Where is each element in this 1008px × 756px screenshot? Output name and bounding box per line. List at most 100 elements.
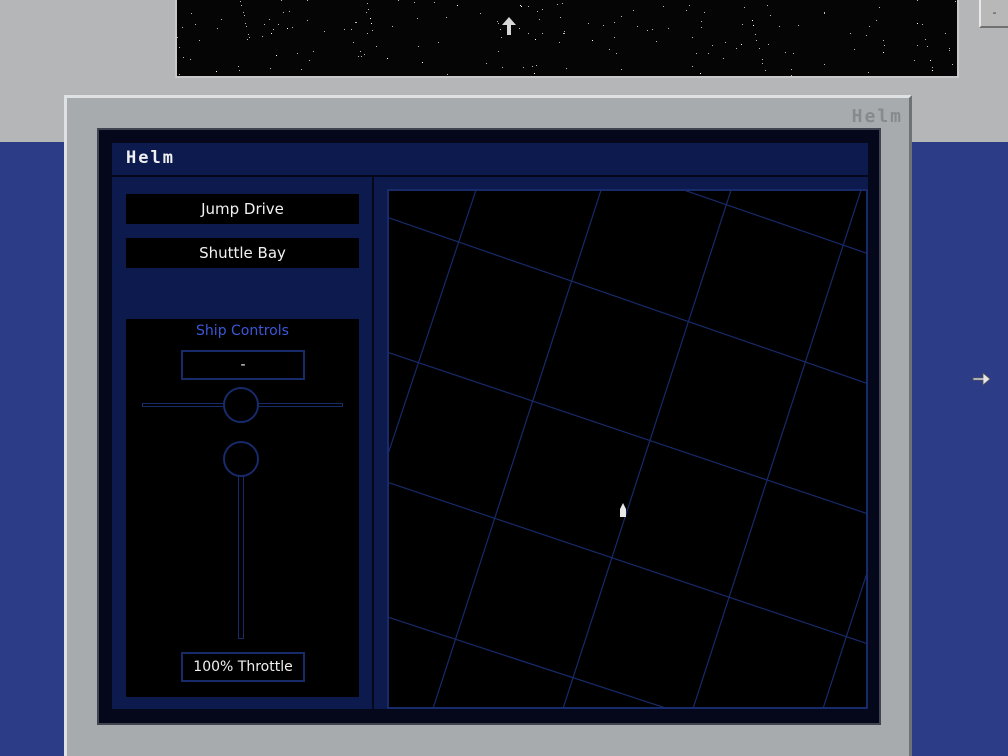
star bbox=[637, 26, 638, 27]
star bbox=[768, 44, 769, 45]
star bbox=[633, 10, 634, 11]
star bbox=[370, 18, 371, 19]
star bbox=[414, 2, 415, 3]
star bbox=[367, 33, 368, 34]
star bbox=[355, 22, 356, 23]
star bbox=[701, 21, 702, 22]
minimize-button[interactable]: - bbox=[979, 0, 1008, 28]
star bbox=[262, 36, 263, 37]
star bbox=[876, 20, 877, 21]
star bbox=[360, 51, 361, 52]
star bbox=[798, 25, 799, 26]
throttle-slider-knob[interactable] bbox=[223, 441, 259, 477]
star bbox=[562, 3, 563, 4]
star bbox=[438, 42, 439, 43]
star bbox=[179, 47, 180, 48]
star bbox=[418, 46, 419, 47]
star bbox=[927, 46, 928, 47]
star bbox=[922, 24, 923, 25]
star bbox=[283, 12, 284, 13]
star bbox=[725, 42, 726, 43]
star bbox=[559, 42, 560, 43]
star bbox=[767, 5, 768, 6]
star bbox=[742, 24, 743, 25]
star bbox=[190, 59, 191, 60]
star bbox=[422, 62, 423, 63]
star bbox=[243, 12, 244, 13]
star bbox=[501, 37, 502, 38]
star bbox=[486, 63, 487, 64]
star bbox=[353, 42, 354, 43]
star bbox=[592, 40, 593, 41]
star bbox=[183, 57, 184, 58]
star bbox=[736, 48, 737, 49]
jump-drive-button[interactable]: Jump Drive bbox=[126, 194, 359, 224]
star bbox=[179, 74, 180, 75]
star bbox=[217, 28, 218, 29]
star bbox=[247, 39, 248, 40]
up-arrow-icon[interactable] bbox=[499, 15, 519, 37]
star bbox=[850, 33, 851, 34]
star bbox=[367, 3, 368, 4]
throttle-readout: 100% Throttle bbox=[181, 652, 305, 682]
star bbox=[199, 40, 200, 41]
rudder-slider-knob[interactable] bbox=[223, 387, 259, 423]
star bbox=[498, 51, 499, 52]
star bbox=[917, 0, 918, 1]
star bbox=[356, 22, 357, 23]
star bbox=[793, 53, 794, 54]
star bbox=[216, 71, 217, 72]
star bbox=[824, 13, 825, 14]
star bbox=[652, 29, 653, 30]
star bbox=[248, 34, 249, 35]
navigation-map[interactable] bbox=[387, 189, 868, 709]
throttle-slider-track[interactable] bbox=[238, 461, 244, 639]
star bbox=[930, 60, 931, 61]
starfield-view[interactable] bbox=[175, 0, 959, 78]
star bbox=[560, 17, 561, 18]
star bbox=[755, 34, 756, 35]
star bbox=[270, 68, 271, 69]
star bbox=[883, 52, 884, 53]
star bbox=[392, 26, 393, 27]
star bbox=[535, 39, 536, 40]
star bbox=[925, 39, 926, 40]
star bbox=[269, 19, 270, 20]
star bbox=[723, 58, 724, 59]
shuttle-bay-button[interactable]: Shuttle Bay bbox=[126, 238, 359, 268]
star bbox=[603, 25, 604, 26]
star bbox=[663, 6, 664, 7]
star bbox=[249, 37, 250, 38]
star bbox=[281, 0, 282, 1]
star bbox=[239, 70, 240, 71]
helm-console: Helm Jump Drive Shuttle Bay Ship Control… bbox=[97, 128, 881, 725]
star bbox=[932, 67, 933, 68]
star bbox=[945, 33, 946, 34]
star bbox=[289, 11, 290, 12]
star bbox=[700, 73, 701, 74]
star bbox=[520, 5, 521, 6]
ship-controls-panel: Ship Controls - 100% Throttle bbox=[126, 319, 359, 697]
star bbox=[364, 54, 365, 55]
star bbox=[689, 5, 690, 6]
star bbox=[868, 72, 869, 73]
star bbox=[264, 24, 265, 25]
star bbox=[271, 33, 272, 34]
star bbox=[866, 35, 867, 36]
star bbox=[668, 28, 669, 29]
helm-header: Helm bbox=[112, 143, 868, 175]
star bbox=[692, 37, 693, 38]
star bbox=[366, 12, 367, 13]
star bbox=[528, 33, 529, 34]
star bbox=[566, 68, 567, 69]
star bbox=[497, 21, 498, 22]
star bbox=[884, 45, 885, 46]
star bbox=[480, 13, 481, 14]
star bbox=[785, 52, 786, 53]
star bbox=[195, 24, 196, 25]
star bbox=[854, 49, 855, 50]
helm-window: Helm Helm Jump Drive Shuttle Bay Ship Co… bbox=[64, 95, 912, 756]
right-arrow-icon[interactable] bbox=[970, 368, 992, 390]
star bbox=[387, 58, 388, 59]
star bbox=[753, 25, 754, 26]
